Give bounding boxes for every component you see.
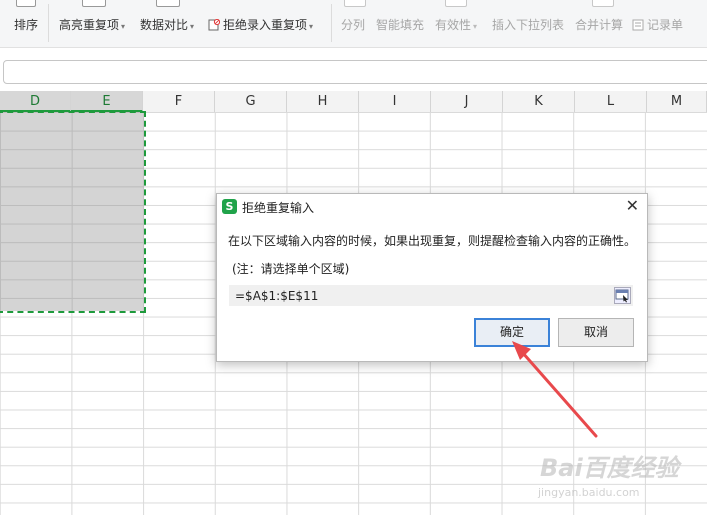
column-header-m[interactable]: M: [647, 91, 707, 112]
reject-duplicates-icon: [208, 19, 220, 31]
close-icon[interactable]: ✕: [626, 196, 639, 215]
data-compare-button[interactable]: 数据对比 ▾: [140, 16, 194, 33]
highlight-duplicates-icon: [82, 0, 106, 7]
range-select-icon: [615, 289, 629, 303]
column-header-g[interactable]: G: [215, 91, 287, 112]
dialog-title-bar: S 拒绝重复输入 ✕: [217, 194, 647, 220]
sort-button[interactable]: 排序: [14, 16, 38, 33]
baidu-watermark-url: jingyan.baidu.com: [538, 486, 640, 499]
dialog-title: 拒绝重复输入: [242, 201, 315, 215]
formula-bar-area: [0, 48, 707, 90]
highlight-duplicates-button[interactable]: 高亮重复项 ▾: [59, 16, 125, 33]
selection-marching-ants: [0, 111, 146, 313]
sort-icon: [16, 0, 36, 7]
consolidate-button[interactable]: 合并计算: [575, 16, 623, 33]
column-header-row: D E F G H I J K L M: [0, 91, 707, 113]
split-icon: [344, 0, 366, 7]
reject-duplicate-input-dialog: S 拒绝重复输入 ✕ 在以下区域输入内容的时候，如果出现重复，则提醒检查输入内容…: [216, 193, 648, 362]
dialog-message: 在以下区域输入内容的时候，如果出现重复，则提醒检查输入内容的正确性。: [228, 234, 637, 248]
smart-fill-button[interactable]: 智能填充: [376, 16, 424, 33]
ribbon-separator: [331, 4, 332, 42]
ribbon-toolbar: 排序 高亮重复项 ▾ 数据对比 ▾ 拒绝录入重复项 ▾ 分列 智能填充 有效性 ▾ 插入…: [0, 0, 707, 48]
ok-button[interactable]: 确定: [474, 318, 550, 347]
dialog-note: (注：请选择单个区域): [232, 262, 350, 276]
reject-duplicates-button[interactable]: 拒绝录入重复项 ▾: [208, 16, 313, 33]
column-header-h[interactable]: H: [287, 91, 359, 112]
range-reference-input[interactable]: [229, 285, 633, 306]
column-header-i[interactable]: I: [359, 91, 431, 112]
chevron-down-icon: ▾: [121, 22, 126, 31]
formula-bar-input[interactable]: [3, 60, 707, 84]
data-compare-icon: [156, 0, 180, 7]
chevron-down-icon: ▾: [190, 22, 195, 31]
baidu-watermark-logo: Bai百度经验: [540, 454, 679, 482]
column-header-l[interactable]: L: [575, 91, 647, 112]
column-header-d[interactable]: D: [0, 91, 71, 112]
column-header-e[interactable]: E: [71, 91, 143, 112]
chevron-down-icon: ▾: [309, 22, 314, 31]
validity-button[interactable]: 有效性 ▾: [435, 16, 477, 33]
cancel-button[interactable]: 取消: [558, 318, 634, 347]
ribbon-separator: [48, 4, 49, 42]
record-sheet-icon: [632, 19, 644, 31]
validity-icon: [445, 0, 467, 7]
wps-app-icon: S: [222, 199, 237, 214]
chevron-down-icon: ▾: [473, 22, 478, 31]
column-header-k[interactable]: K: [503, 91, 575, 112]
split-button[interactable]: 分列: [341, 16, 365, 33]
insert-dropdown-list-button[interactable]: 插入下拉列表: [492, 16, 564, 33]
column-header-j[interactable]: J: [431, 91, 503, 112]
column-header-f[interactable]: F: [143, 91, 215, 112]
record-sheet-button[interactable]: 记录单: [632, 16, 683, 33]
consolidate-icon: [592, 0, 614, 7]
range-picker-button[interactable]: [614, 287, 631, 304]
